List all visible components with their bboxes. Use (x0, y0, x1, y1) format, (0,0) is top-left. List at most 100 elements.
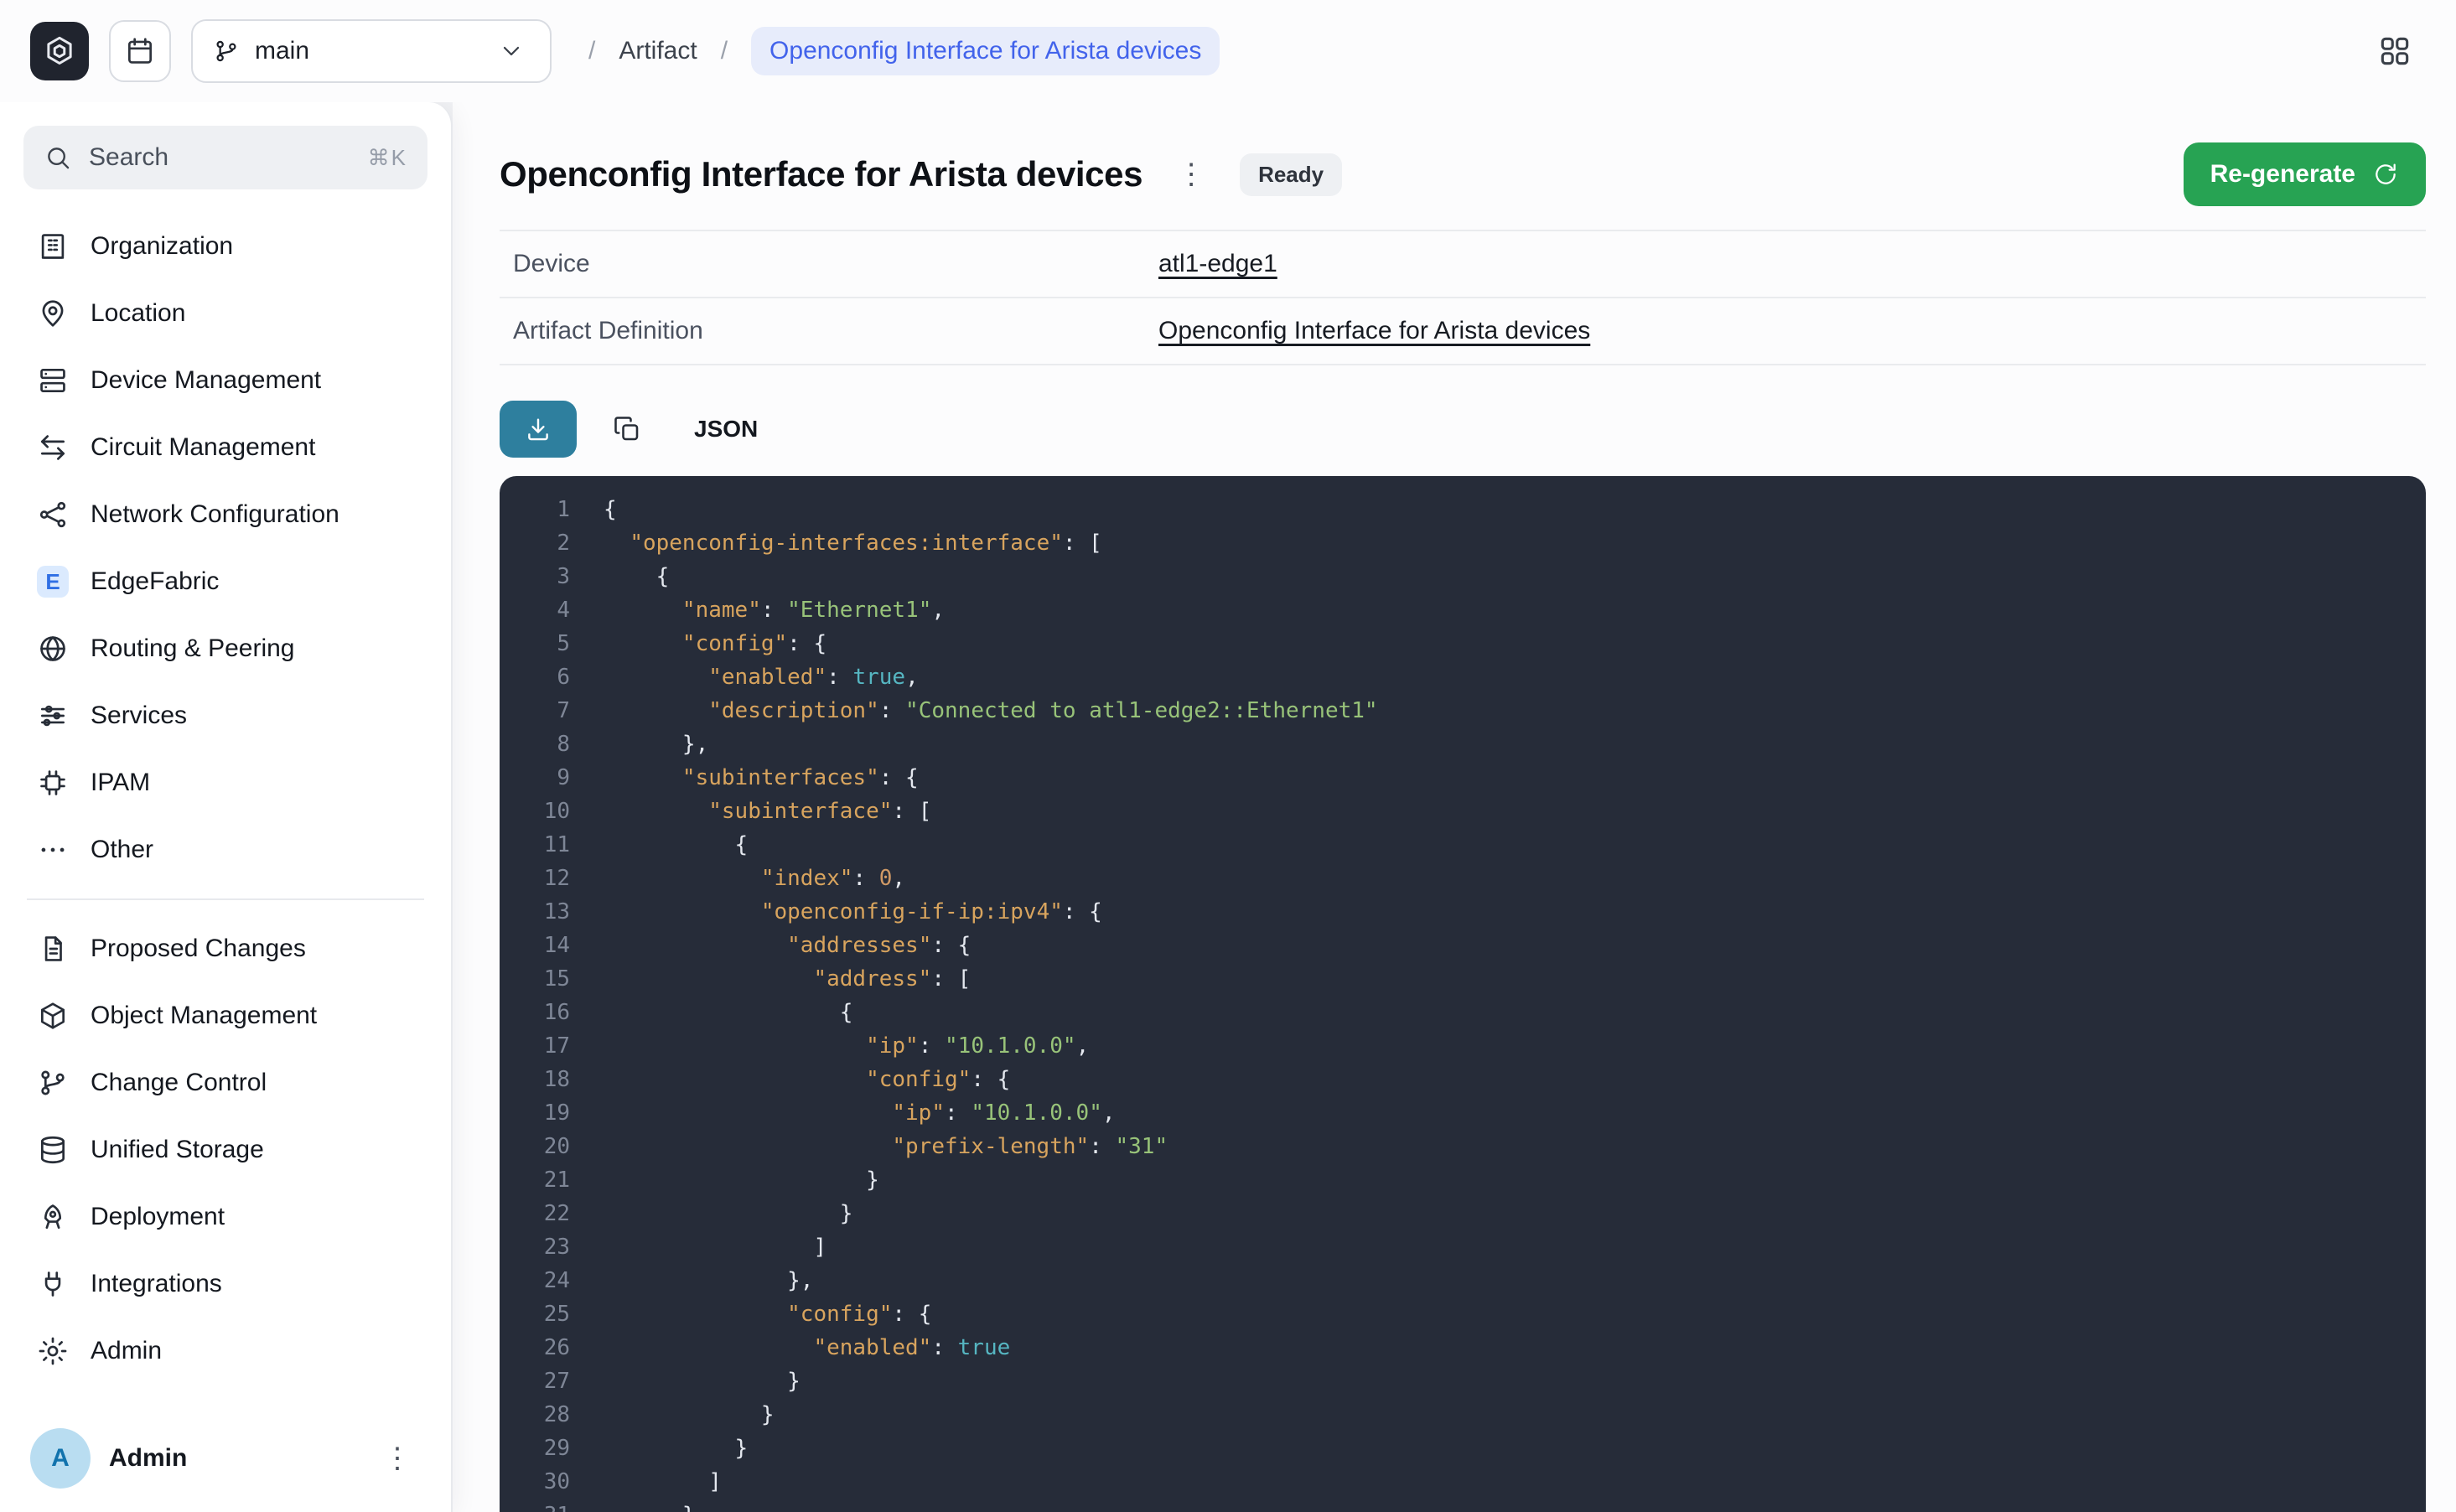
sidebar-item[interactable]: Proposed Changes (23, 915, 427, 982)
line-number: 28 (523, 1398, 570, 1432)
sidebar-item-label: Services (91, 702, 187, 730)
download-button[interactable] (500, 401, 577, 458)
line-number: 7 (523, 694, 570, 728)
code-line: 27 } (523, 1364, 2402, 1398)
sidebar-item-label: IPAM (91, 769, 150, 797)
line-number: 31 (523, 1499, 570, 1512)
line-number: 26 (523, 1331, 570, 1364)
fields-table: Device atl1-edge1 Artifact Definition Op… (500, 230, 2426, 365)
title-menu-button[interactable]: ⋮ (1168, 151, 1215, 198)
code-line: 12 "index": 0, (523, 862, 2402, 895)
sidebar-item-label: Circuit Management (91, 433, 315, 462)
sidebar-item[interactable]: Object Management (23, 982, 427, 1049)
user-row: A Admin ⋮ (23, 1418, 427, 1492)
sidebar-item-icon (37, 298, 69, 329)
code-line: 23 ] (523, 1230, 2402, 1264)
sidebar-item-icon (37, 1067, 69, 1099)
line-number: 4 (523, 593, 570, 627)
line-number: 16 (523, 996, 570, 1029)
sidebar-item-label: Network Configuration (91, 500, 339, 529)
line-number: 23 (523, 1230, 570, 1264)
code-line: 21 } (523, 1163, 2402, 1197)
apps-grid-button[interactable] (2364, 20, 2426, 82)
device-link[interactable]: atl1-edge1 (1158, 250, 1277, 277)
sidebar-item[interactable]: Admin (23, 1318, 427, 1385)
app-layout: Search ⌘K Organization Location Device M… (0, 102, 2456, 1512)
breadcrumb-separator: / (588, 37, 595, 65)
code-line: 19 "ip": "10.1.0.0", (523, 1096, 2402, 1130)
search-input[interactable]: Search ⌘K (23, 126, 427, 189)
line-number: 11 (523, 828, 570, 862)
sidebar-item[interactable]: IPAM (23, 749, 427, 816)
code-line: 26 "enabled": true (523, 1331, 2402, 1364)
line-number: 3 (523, 560, 570, 593)
sidebar-item-icon (37, 1000, 69, 1032)
field-value: Openconfig Interface for Arista devices (1158, 317, 2412, 345)
code-block[interactable]: 1{2 "openconfig-interfaces:interface": [… (500, 476, 2426, 1512)
sidebar-item[interactable]: Integrations (23, 1251, 427, 1318)
sidebar-item[interactable]: Circuit Management (23, 414, 427, 481)
line-number: 19 (523, 1096, 570, 1130)
sidebar-item-icon (37, 834, 69, 866)
artifact-definition-link[interactable]: Openconfig Interface for Arista devices (1158, 317, 1590, 344)
line-number: 15 (523, 962, 570, 996)
sidebar-item[interactable]: Device Management (23, 347, 427, 414)
sidebar-item-icon: E (37, 566, 69, 598)
search-icon (44, 143, 72, 172)
field-label: Artifact Definition (513, 317, 1158, 345)
sidebar-item-icon (37, 1335, 69, 1367)
branch-label: main (255, 37, 473, 65)
sidebar-item-icon (37, 1134, 69, 1166)
copy-icon (612, 414, 642, 444)
sidebar-item-icon (37, 365, 69, 396)
sidebar-item[interactable]: Unified Storage (23, 1116, 427, 1183)
code-line: 1{ (523, 493, 2402, 526)
code-lines: 1{2 "openconfig-interfaces:interface": [… (523, 493, 2402, 1512)
sidebar-primary-menu: Organization Location Device Management … (23, 213, 427, 883)
sidebar-item[interactable]: Change Control (23, 1049, 427, 1116)
line-number: 1 (523, 493, 570, 526)
sidebar-item[interactable]: Location (23, 280, 427, 347)
sidebar-item[interactable]: E EdgeFabric (23, 548, 427, 615)
calendar-button[interactable] (109, 20, 171, 82)
sidebar-item-label: EdgeFabric (91, 567, 219, 596)
sidebar-item-label: Location (91, 299, 185, 328)
app-logo[interactable] (30, 22, 89, 80)
sidebar-divider (27, 898, 424, 900)
sidebar-item[interactable]: Routing & Peering (23, 615, 427, 682)
code-line: 16 { (523, 996, 2402, 1029)
json-format-button[interactable]: JSON (677, 406, 775, 453)
line-number: 14 (523, 929, 570, 962)
code-line: 9 "subinterfaces": { (523, 761, 2402, 795)
code-toolbar: JSON (500, 401, 2426, 458)
sidebar-item-label: Change Control (91, 1069, 267, 1097)
branch-icon (213, 38, 240, 65)
line-number: 9 (523, 761, 570, 795)
sidebar-item-icon (37, 230, 69, 262)
code-line: 4 "name": "Ethernet1", (523, 593, 2402, 627)
line-number: 2 (523, 526, 570, 560)
sidebar-item[interactable]: Organization (23, 213, 427, 280)
chevron-down-icon (473, 21, 550, 81)
sidebar-item[interactable]: Other (23, 816, 427, 883)
user-menu-button[interactable]: ⋮ (374, 1435, 421, 1482)
line-number: 21 (523, 1163, 570, 1197)
breadcrumb-item-current[interactable]: Openconfig Interface for Arista devices (751, 27, 1220, 75)
sidebar-item-icon (37, 633, 69, 665)
sidebar-item-label: Organization (91, 232, 233, 261)
code-line: 28 } (523, 1398, 2402, 1432)
download-icon (524, 415, 552, 443)
breadcrumb-separator: / (721, 37, 728, 65)
branch-selector[interactable]: main (191, 19, 552, 83)
copy-button[interactable] (598, 401, 655, 458)
sidebar-item-icon (37, 933, 69, 965)
regenerate-button[interactable]: Re-generate (2184, 142, 2426, 206)
code-line: 2 "openconfig-interfaces:interface": [ (523, 526, 2402, 560)
sidebar-item[interactable]: Services (23, 682, 427, 749)
sidebar-item[interactable]: Network Configuration (23, 481, 427, 548)
line-number: 30 (523, 1465, 570, 1499)
sidebar-item[interactable]: Deployment (23, 1183, 427, 1251)
breadcrumb-item-artifact[interactable]: Artifact (619, 37, 697, 65)
code-line: 14 "addresses": { (523, 929, 2402, 962)
sidebar-item-icon (37, 1268, 69, 1300)
